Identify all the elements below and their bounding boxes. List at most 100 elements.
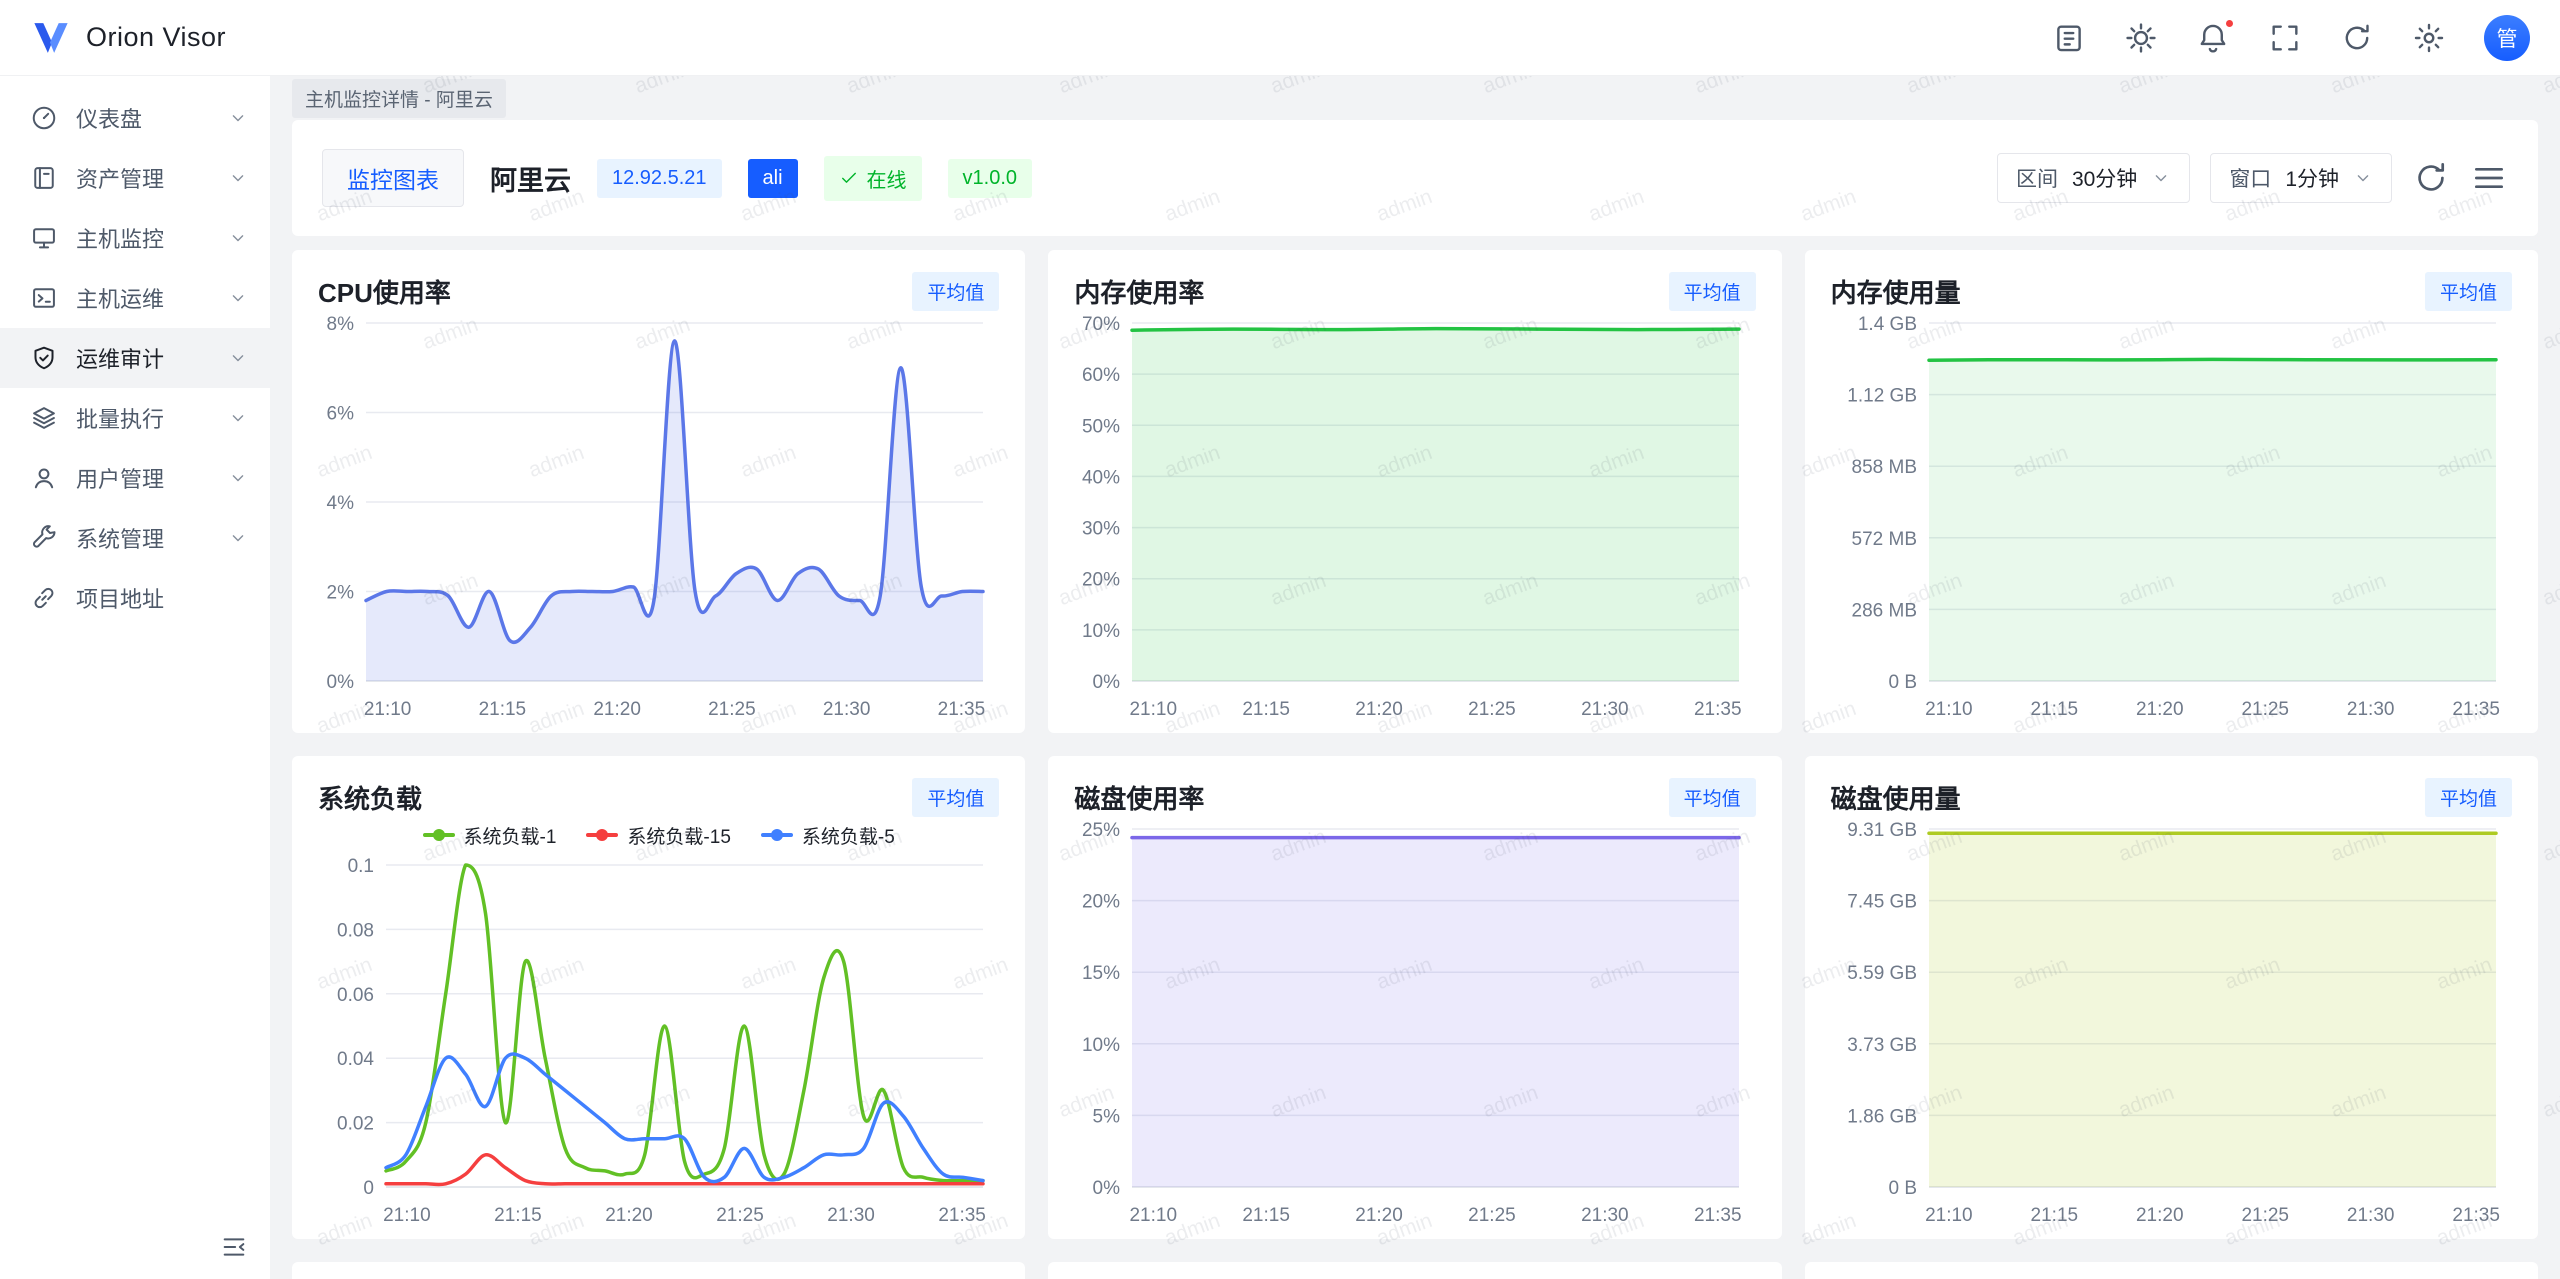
average-tag[interactable]: 平均值 [912,272,999,311]
legend-label: 系统负载-1 [464,822,557,849]
breadcrumb-tag[interactable]: 主机监控详情 - 阿里云 [292,79,506,118]
theme-icon[interactable] [2124,21,2158,55]
svg-text:15%: 15% [1082,963,1120,984]
svg-text:1.86 GB: 1.86 GB [1847,1106,1917,1127]
fullscreen-icon[interactable] [2268,21,2302,55]
app-title: Orion Visor [86,22,226,53]
settings-icon[interactable] [2412,21,2446,55]
svg-text:21:10: 21:10 [383,1205,431,1226]
main-content: 主机监控详情 - 阿里云 监控图表 阿里云 12.92.5.21 ali 在线 … [270,76,2560,1279]
window-select[interactable]: 窗口 1分钟 [2210,153,2392,203]
legend-label: 系统负载-15 [627,822,730,849]
user-avatar[interactable]: 管 [2484,15,2530,61]
svg-text:21:30: 21:30 [1581,1205,1629,1226]
logo-icon [30,17,72,59]
host-name: 阿里云 [490,159,571,198]
list-icon [2470,159,2508,197]
terminal-icon [30,284,58,312]
svg-text:21:15: 21:15 [479,699,527,720]
app-logo[interactable]: Orion Visor [30,17,226,59]
interval-select[interactable]: 区间 30分钟 [1997,153,2190,203]
svg-text:21:25: 21:25 [1469,699,1517,720]
svg-text:21:20: 21:20 [1356,1205,1404,1226]
average-tag[interactable]: 平均值 [2425,272,2512,311]
host-info-card: 监控图表 阿里云 12.92.5.21 ali 在线 v1.0.0 区间 30分… [292,120,2538,236]
average-tag[interactable]: 平均值 [2425,778,2512,817]
legend-item[interactable]: 系统负载-15 [586,822,730,849]
sidebar-item-dashboard[interactable]: 仪表盘 [0,88,270,148]
chart-title: 内存使用率 [1074,273,1204,310]
legend-marker [586,833,618,837]
svg-text:21:15: 21:15 [2030,699,2078,720]
chevron-down-icon [228,288,248,308]
expand-icon [2268,21,2302,55]
report-icon[interactable] [2052,21,2086,55]
sidebar-item-system-mgmt[interactable]: 系统管理 [0,508,270,568]
svg-text:20%: 20% [1082,570,1120,591]
legend-item[interactable]: 系统负载-1 [423,822,557,849]
legend-marker [761,833,793,837]
svg-text:40%: 40% [1082,467,1120,488]
svg-text:21:10: 21:10 [1130,699,1178,720]
legend-item[interactable]: 系统负载-5 [761,822,895,849]
chart-plot: 0 B1.86 GB3.73 GB5.59 GB7.45 GB9.31 GB21… [1831,817,2512,1229]
svg-text:10%: 10% [1082,621,1120,642]
sidebar-item-ops-audit[interactable]: 运维审计 [0,328,270,388]
sidebar-item-assets[interactable]: 资产管理 [0,148,270,208]
sidebar-menu: 仪表盘资产管理主机监控主机运维运维审计批量执行用户管理系统管理项目地址 [0,88,270,628]
sidebar-item-host-ops[interactable]: 主机运维 [0,268,270,328]
average-tag[interactable]: 平均值 [1669,778,1756,817]
host-status-tag[interactable]: 在线 [824,156,922,201]
svg-text:8%: 8% [327,314,355,335]
svg-text:21:35: 21:35 [1694,699,1742,720]
chevron-down-icon [228,168,248,188]
monitor-chart-button[interactable]: 监控图表 [322,149,464,207]
chart-plot: 0%10%20%30%40%50%60%70%21:1021:1521:2021… [1074,311,1755,723]
chart-title: 磁盘使用量 [1831,779,1961,816]
sidebar-item-host-monitor[interactable]: 主机监控 [0,208,270,268]
svg-text:21:20: 21:20 [1356,699,1404,720]
monitor-icon [30,224,58,252]
svg-text:1.12 GB: 1.12 GB [1847,386,1917,407]
sidebar-collapse-button[interactable] [220,1233,248,1261]
chevron-down-icon [228,108,248,128]
chart-header: 内存使用量 平均值 [1831,272,2512,311]
sidebar-item-label: 项目地址 [76,582,248,614]
average-tag[interactable]: 平均值 [1669,272,1756,311]
chevron-down-icon [228,348,248,368]
chevron-down-icon [228,408,248,428]
sidebar-item-user-mgmt[interactable]: 用户管理 [0,448,270,508]
svg-text:21:35: 21:35 [1694,1205,1742,1226]
svg-text:3.73 GB: 3.73 GB [1847,1035,1917,1056]
sidebar-item-label: 批量执行 [76,402,210,434]
chart-plot: 0%2%4%6%8%21:1021:1521:2021:2521:3021:35 [318,311,999,723]
host-ip-tag[interactable]: 12.92.5.21 [597,159,722,198]
svg-text:286 MB: 286 MB [1851,600,1916,621]
refresh-charts-button[interactable] [2412,159,2450,197]
notifications-icon[interactable] [2196,21,2230,55]
interval-value: 30分钟 [2072,163,2137,193]
chart-header: 系统负载 平均值 [318,778,999,817]
svg-text:858 MB: 858 MB [1851,457,1916,478]
chart-header: 磁盘使用率 平均值 [1074,778,1755,817]
refresh-icon[interactable] [2340,21,2374,55]
chart-card-partial [1805,1262,2538,1279]
svg-text:1.4 GB: 1.4 GB [1858,314,1917,335]
chevron-down-icon [2353,168,2373,188]
svg-text:21:25: 21:25 [1469,1205,1517,1226]
host-version-tag[interactable]: v1.0.0 [948,159,1032,198]
host-alias-tag[interactable]: ali [748,159,798,198]
chart-layout-button[interactable] [2470,159,2508,197]
sidebar-item-project-url[interactable]: 项目地址 [0,568,270,628]
layers-icon [30,404,58,432]
chevron-down-icon [2151,168,2171,188]
chart-plot: 00.020.040.060.080.121:1021:1521:2021:25… [318,853,999,1229]
svg-text:60%: 60% [1082,365,1120,386]
link-icon [30,584,58,612]
svg-text:21:10: 21:10 [364,699,412,720]
chart-card-disk-rate: 磁盘使用率 平均值 0%5%10%15%20%25%21:1021:1521:2… [1048,756,1781,1239]
sidebar-item-batch-exec[interactable]: 批量执行 [0,388,270,448]
svg-text:0.1: 0.1 [348,856,374,877]
svg-text:21:20: 21:20 [605,1205,653,1226]
average-tag[interactable]: 平均值 [912,778,999,817]
